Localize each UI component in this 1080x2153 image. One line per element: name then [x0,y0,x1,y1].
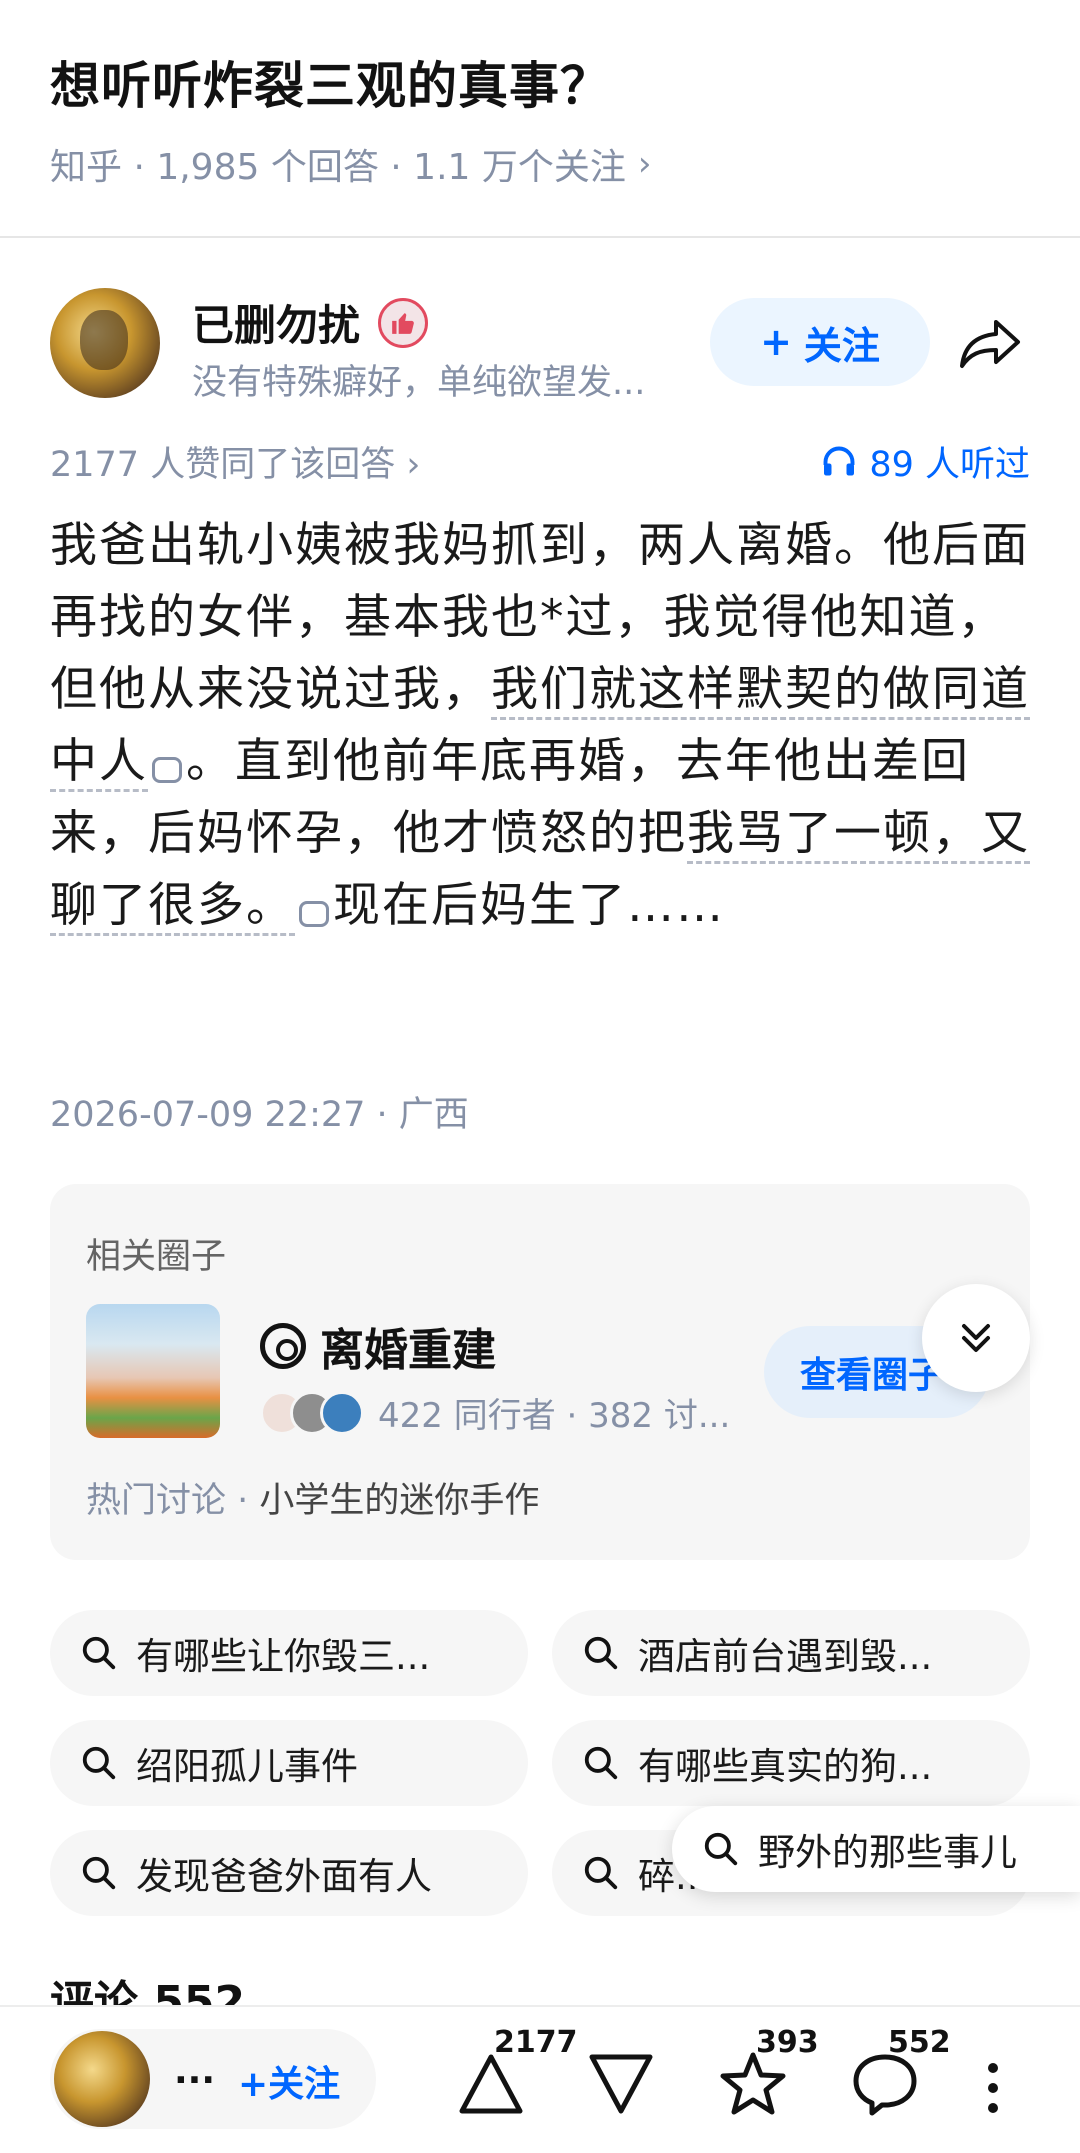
related-circle-label: 相关圈子 [86,1237,227,1277]
hot-discussion-label: 热门讨论 · [86,1481,260,1521]
search-chip-label: 发现爸爸外面有人 [136,1855,432,1898]
author-row: 已删勿扰 没有特殊癖好，单纯欲望发... + 关注 [50,288,1030,408]
listen-count[interactable]: 89 人听过 [821,436,1030,487]
hot-discussion-topic: 小学生的迷你手作 [259,1481,540,1521]
member-avatars [260,1390,364,1435]
question-meta-text: 知乎 · 1,985 个回答 · 1.1 万个关注 [50,147,626,188]
collapse-button[interactable] [922,1284,1030,1392]
bottom-author-avatar[interactable] [54,2031,150,2127]
comment-bubble-icon[interactable] [152,757,182,783]
search-chip[interactable]: 绍阳孤儿事件 [50,1720,528,1806]
author-name: 已删勿扰 [192,301,361,350]
comment-button[interactable]: 552 [842,2025,951,2135]
circle-title[interactable]: 离婚重建 [260,1314,496,1378]
answer-text-segment: 现在后妈生了…… [333,878,725,933]
plus-icon: + [760,320,792,364]
share-icon[interactable] [956,308,1026,378]
circle-members-text: 422 同行者 · 382 讨... [378,1396,731,1436]
favorite-button[interactable]: 393 [710,2025,819,2135]
question-title[interactable]: 想听听炸裂三观的真事？ [50,46,611,118]
search-icon [584,1636,618,1670]
search-chip-label: 酒店前台遇到毁... [638,1635,933,1678]
search-chip[interactable]: 酒店前台遇到毁... [552,1610,1030,1696]
search-icon [82,1856,116,1890]
chevron-right-icon: › [406,445,421,485]
star-icon [720,2052,786,2115]
upvote-icon [459,2054,523,2114]
answer-content[interactable]: 我爸出轨小姨被我妈抓到，两人离婚。他后面再找的女伴，基本我也*过，我觉得他知道，… [50,510,1030,942]
floating-search-chip[interactable]: 野外的那些事儿 [672,1806,1080,1892]
search-icon [704,1832,738,1866]
search-icon [82,1746,116,1780]
answer-timestamp: 2026-07-09 22:27 · 广西 [50,1095,469,1135]
downvote-icon [589,2054,653,2114]
author-name-row[interactable]: 已删勿扰 [192,292,429,353]
circle-cover-image[interactable] [86,1304,220,1438]
search-chip-label: 有哪些让你毁三... [136,1635,431,1678]
author-avatar[interactable] [50,288,160,398]
comment-bubble-icon[interactable] [299,901,329,927]
bottom-author-name: ... [174,2051,216,2092]
search-icon [584,1746,618,1780]
comment-icon [853,2054,917,2116]
circle-icon [260,1323,306,1369]
upvote-summary[interactable]: 2177 人赞同了该回答 › [50,436,420,487]
chevron-right-icon: › [637,144,652,184]
search-icon [584,1856,618,1890]
hot-discussion[interactable]: 热门讨论 · 小学生的迷你手作 [86,1472,539,1523]
follow-button[interactable]: + 关注 [710,298,930,386]
follow-label: 关注 [803,323,880,368]
upvote-summary-text: 2177 人赞同了该回答 [50,445,396,485]
bottom-follow-button[interactable]: +关注 [238,2055,340,2107]
vote-row: 2177 人赞同了该回答 › 89 人听过 [50,436,1030,486]
headphones-icon [823,446,855,475]
downvote-button[interactable] [578,2025,668,2135]
favorite-count: 393 [756,2025,819,2060]
more-options-icon[interactable] [988,2063,1000,2123]
double-chevron-down-icon [962,1324,990,1352]
search-chip-label: 绍阳孤儿事件 [136,1745,358,1788]
comment-count: 552 [888,2025,951,2060]
circle-members: 422 同行者 · 382 讨... [260,1388,730,1437]
search-icon [82,1636,116,1670]
question-meta[interactable]: 知乎 · 1,985 个回答 · 1.1 万个关注 › [50,138,651,190]
search-chip[interactable]: 有哪些让你毁三... [50,1610,528,1696]
thumbs-up-badge-icon [378,297,429,348]
author-bio: 没有特殊癖好，单纯欲望发... [192,363,646,403]
question-header: 想听听炸裂三观的真事？ 知乎 · 1,985 个回答 · 1.1 万个关注 › [0,0,1080,238]
floating-search-label: 野外的那些事儿 [758,1831,1017,1874]
related-circle-card[interactable]: 相关圈子 离婚重建 422 同行者 · 382 讨... 查看圈子 热门讨论 ·… [50,1184,1030,1560]
bottom-author-pill[interactable]: ... +关注 [50,2029,376,2129]
listen-count-text: 89 人听过 [869,445,1030,485]
bottom-action-bar: ... +关注 2177 393 552 [0,2005,1080,2153]
circle-name: 离婚重建 [320,1325,496,1376]
upvote-button[interactable]: 2177 [448,2025,578,2135]
search-chip[interactable]: 有哪些真实的狗... [552,1720,1030,1806]
search-chip[interactable]: 发现爸爸外面有人 [50,1830,528,1916]
search-chip-label: 有哪些真实的狗... [638,1745,933,1788]
upvote-count: 2177 [494,2025,578,2060]
